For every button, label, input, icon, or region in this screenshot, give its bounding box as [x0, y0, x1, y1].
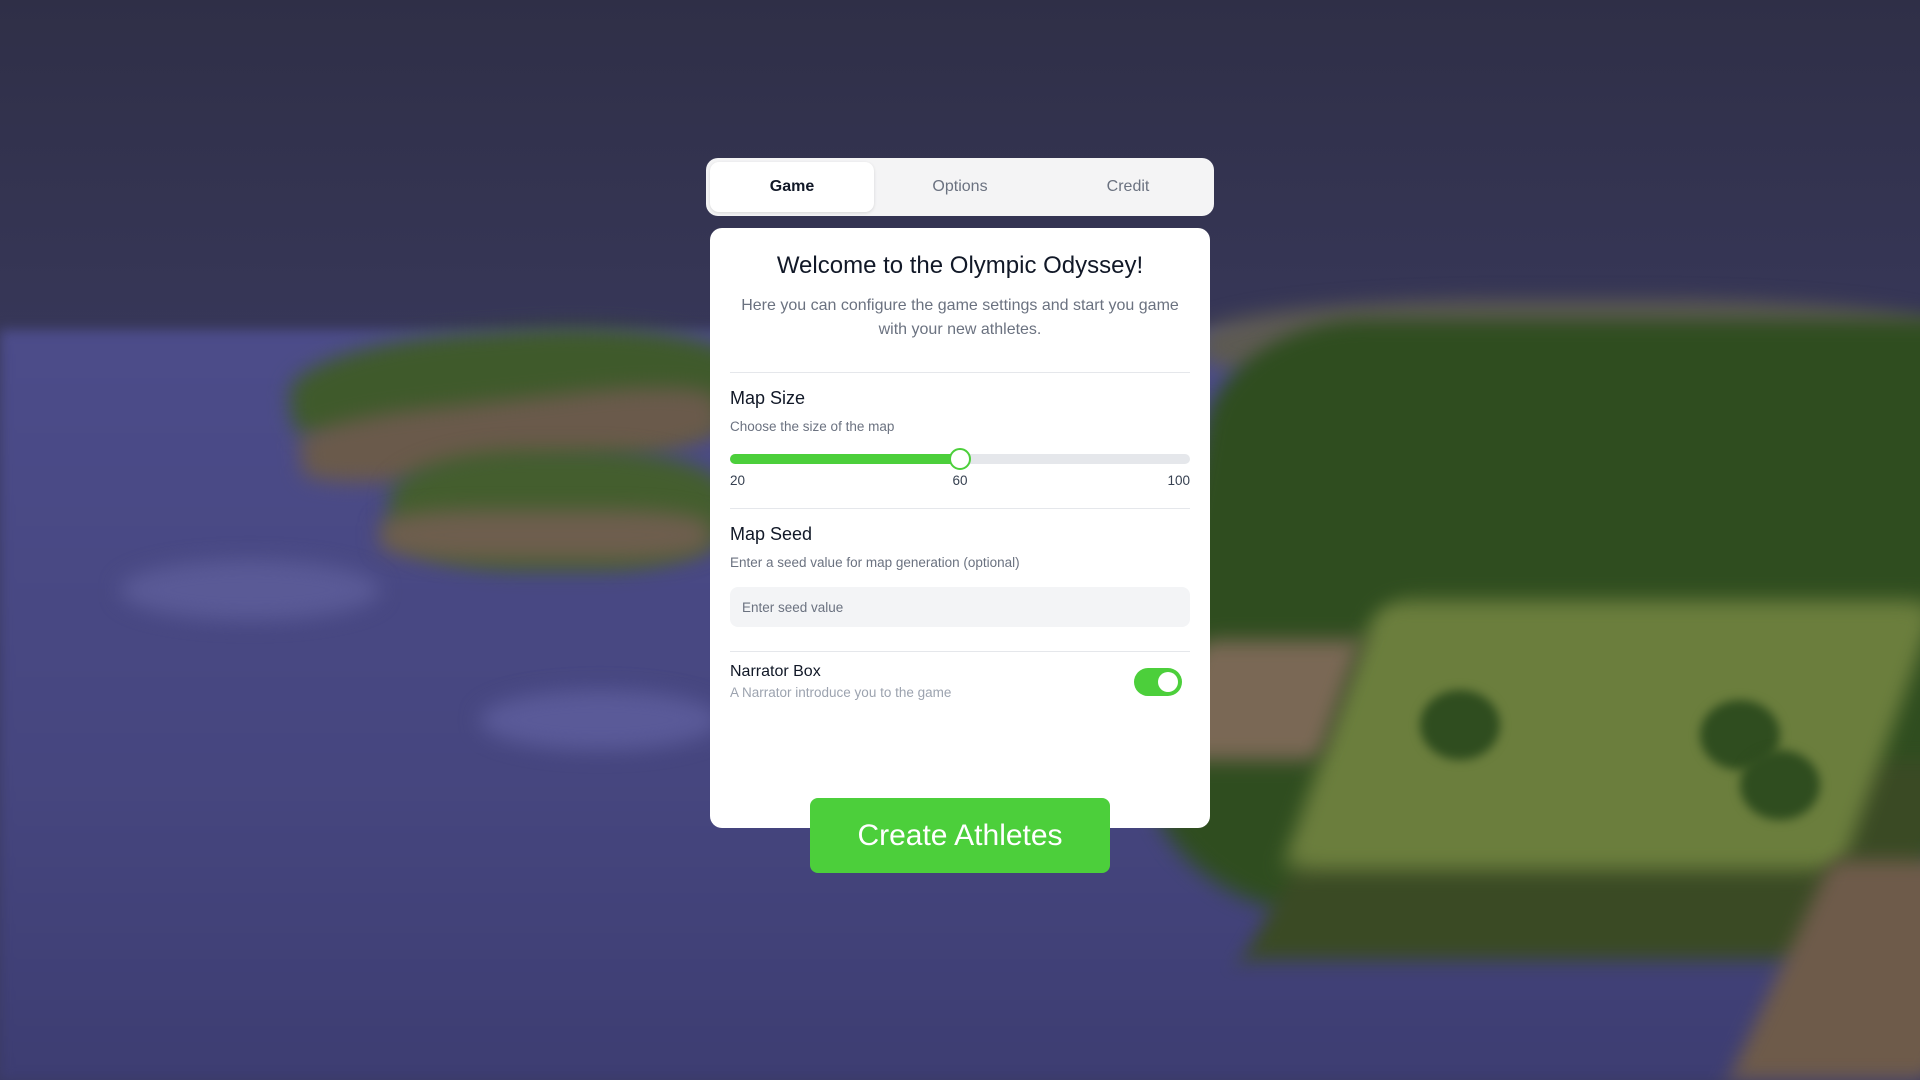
narrator-text: Narrator Box A Narrator introduce you to… [730, 662, 951, 702]
shore-shallow [480, 690, 720, 750]
card-title: Welcome to the Olympic Odyssey! [776, 252, 1144, 279]
tree [1740, 750, 1820, 820]
toggle-knob [1158, 672, 1178, 692]
island-dirt [380, 510, 710, 560]
tree [1420, 690, 1500, 760]
map-seed-description: Enter a seed value for map generation (o… [730, 555, 1020, 570]
slider-value-label: 60 [952, 473, 968, 488]
divider [730, 372, 1190, 373]
tab-game[interactable]: Game [710, 162, 874, 212]
narrator-title: Narrator Box [730, 663, 821, 680]
slider-min-label: 20 [730, 473, 746, 488]
narrator-toggle[interactable] [1134, 668, 1182, 696]
map-size-title: Map Size [730, 388, 806, 408]
card-subtitle: Here you can configure the game settings… [741, 297, 1179, 338]
map-seed-title: Map Seed [730, 524, 813, 544]
shore-shallow [120, 560, 380, 620]
divider [730, 508, 1190, 509]
tab-bar: Game Options Credit [706, 158, 1214, 216]
map-size-section: Map Size Choose the size of the map 20 6… [730, 386, 1190, 491]
game-settings-card: Welcome to the Olympic Odyssey! Here you… [710, 228, 1210, 828]
narrator-description: A Narrator introduce you to the game [730, 685, 952, 700]
slider-thumb[interactable] [949, 448, 971, 470]
slider-labels: 20 60 100 [730, 473, 1190, 491]
slider-max-label: 100 [1167, 473, 1190, 488]
tab-options[interactable]: Options [878, 162, 1042, 212]
tab-credit[interactable]: Credit [1046, 162, 1210, 212]
map-size-description: Choose the size of the map [730, 419, 895, 434]
seed-input[interactable] [730, 587, 1190, 627]
slider-fill [730, 454, 960, 464]
map-seed-section: Map Seed Enter a seed value for map gene… [730, 522, 1190, 627]
map-size-slider[interactable] [730, 448, 1190, 470]
create-athletes-button[interactable]: Create Athletes [810, 798, 1110, 873]
narrator-section: Narrator Box A Narrator introduce you to… [730, 662, 1190, 702]
divider [730, 651, 1190, 652]
meadow [1280, 600, 1920, 870]
